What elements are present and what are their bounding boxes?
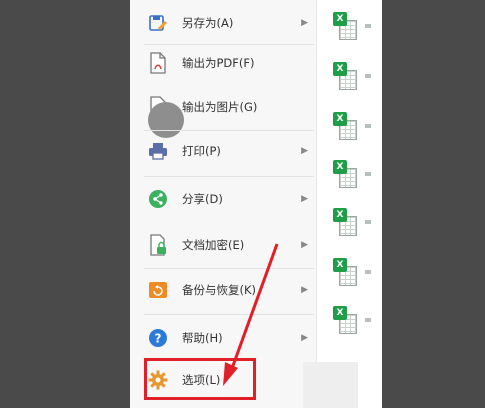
red-arrow-icon xyxy=(223,243,279,386)
app-window: 另存为(A) ▶ 输出为PDF(F) 输出为图片(G) 打印(P) ▶ 分享(D… xyxy=(130,0,382,408)
